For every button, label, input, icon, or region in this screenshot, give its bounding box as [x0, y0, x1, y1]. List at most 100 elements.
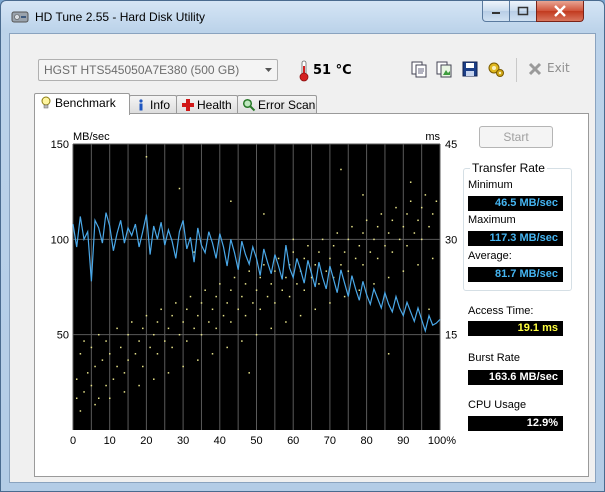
access-time-point — [281, 289, 283, 291]
access-time-point — [303, 257, 306, 260]
access-time-point — [395, 206, 397, 209]
minimum-label: Minimum — [468, 179, 513, 191]
access-time-point — [241, 295, 243, 298]
access-time-point — [171, 314, 173, 317]
access-time-point — [263, 264, 265, 266]
close-button[interactable] — [536, 1, 584, 22]
title-bar[interactable]: HD Tune 2.55 - Hard Disk Utility — [1, 1, 604, 33]
access-time-point — [362, 264, 364, 266]
access-time-point — [307, 244, 309, 247]
start-button[interactable]: Start — [479, 126, 553, 148]
tab-error-scan[interactable]: Error Scan — [237, 95, 317, 114]
health-cross-icon — [182, 99, 194, 111]
access-time-point — [230, 289, 232, 291]
access-time-point — [296, 283, 298, 285]
maximize-button[interactable] — [509, 1, 537, 22]
lightbulb-icon — [41, 96, 51, 109]
x-tick-label: 30 — [177, 435, 189, 447]
access-time-point — [417, 264, 419, 266]
drive-select[interactable]: HGST HTS545050A7E380 (500 GB) — [38, 59, 278, 81]
y-right-tick-label: 30 — [445, 234, 457, 246]
access-time-point — [252, 302, 254, 304]
access-time-point — [171, 346, 173, 349]
access-time-point — [420, 238, 423, 241]
access-time-point — [391, 251, 394, 253]
x-tick-label: 80 — [360, 435, 372, 447]
access-time-point — [435, 200, 438, 202]
access-time-point — [186, 340, 188, 342]
access-time-point — [145, 156, 148, 158]
access-time-point — [138, 340, 140, 342]
drive-select-value: HGST HTS545050A7E380 (500 GB) — [44, 63, 240, 77]
access-time-point — [387, 353, 390, 355]
tab-benchmark[interactable]: Benchmark — [34, 93, 130, 115]
access-time-point — [75, 378, 78, 380]
access-time-point — [376, 257, 379, 260]
access-time-point — [259, 308, 261, 311]
tab-info[interactable]: Info — [129, 95, 177, 114]
access-time-point — [230, 321, 232, 323]
chevron-down-icon — [265, 68, 272, 72]
access-time-point — [413, 232, 416, 234]
access-time-point — [193, 327, 195, 330]
minimize-icon — [492, 12, 500, 14]
access-time-point — [340, 168, 342, 171]
access-time-point — [90, 346, 93, 349]
close-icon — [554, 5, 566, 17]
access-time-point — [127, 333, 129, 336]
access-time-point — [343, 251, 346, 253]
tab-health[interactable]: Health — [176, 95, 238, 114]
access-time-point — [200, 333, 203, 336]
copy-text-icon[interactable] — [410, 60, 428, 78]
access-time-point — [409, 200, 412, 202]
copy-image-icon[interactable] — [435, 60, 453, 78]
access-time-point — [303, 289, 306, 291]
tab-label: Info — [150, 98, 171, 112]
access-time-point — [182, 365, 184, 368]
save-icon[interactable] — [461, 60, 479, 78]
access-time-point — [153, 378, 155, 380]
access-time-point — [406, 244, 408, 247]
y-right-tick-label: 45 — [445, 139, 457, 151]
info-icon — [139, 99, 143, 111]
access-time-point — [79, 353, 82, 355]
access-time-point — [211, 353, 214, 355]
benchmark-panel: MB/sec ms 150 100 50 45 30 15 0 10 20 30 40 50 60 70 80 9… — [34, 113, 589, 477]
access-time-point — [182, 321, 184, 323]
access-time-point — [358, 289, 361, 291]
access-time-point — [219, 283, 221, 285]
main-window: HD Tune 2.55 - Hard Disk Utility HGST HT… — [0, 0, 605, 492]
access-time-point — [208, 321, 210, 323]
access-time-point — [299, 314, 302, 317]
maximum-value: 117.3 MB/sec — [468, 231, 563, 246]
access-time-point — [153, 333, 155, 336]
access-time-point — [105, 384, 107, 387]
access-time-point — [292, 238, 294, 241]
access-time-point — [417, 219, 419, 222]
access-time-point — [263, 213, 265, 215]
minimum-value: 46.5 MB/sec — [468, 196, 563, 211]
access-time-point — [318, 283, 320, 285]
access-time-point — [325, 270, 328, 272]
tab-label: Error Scan — [258, 98, 316, 112]
hard-disk-app-icon — [11, 11, 29, 23]
minimize-button[interactable] — [482, 1, 510, 22]
access-time-point — [409, 181, 412, 183]
access-time-point — [270, 283, 272, 285]
exit-icon — [528, 62, 542, 76]
access-time-point — [160, 308, 162, 311]
x-tick-label: 20 — [140, 435, 152, 447]
thermometer-icon — [299, 60, 309, 82]
access-time-point — [347, 270, 350, 272]
access-time-point — [233, 276, 236, 279]
options-icon[interactable] — [487, 60, 505, 78]
y-axis-left-label: MB/sec — [73, 131, 110, 143]
access-time-point — [244, 283, 247, 285]
access-time-point — [362, 194, 364, 196]
x-tick-label: 70 — [324, 435, 336, 447]
access-time-point — [97, 397, 100, 400]
access-time-point — [86, 372, 89, 374]
access-time-point — [277, 257, 280, 260]
access-time-point — [134, 353, 137, 355]
transfer-rate-title: Transfer Rate — [470, 161, 547, 175]
